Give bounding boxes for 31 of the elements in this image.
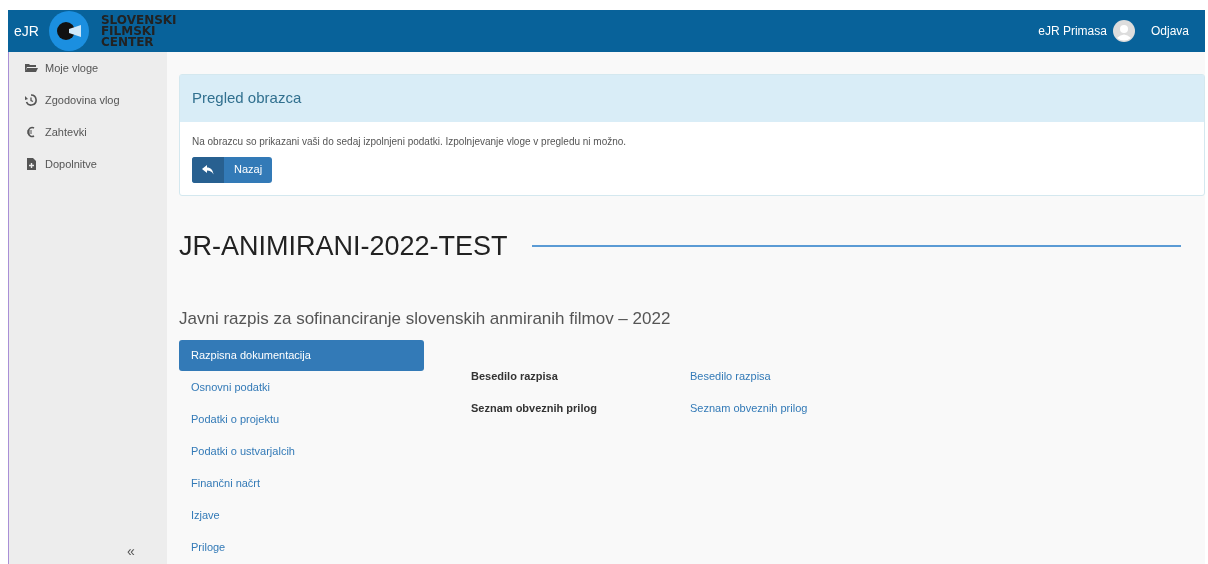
logo-icon [48, 11, 89, 51]
sidebar-item[interactable]: Dopolnitve [9, 148, 167, 180]
logout-link[interactable]: Odjava [1150, 22, 1189, 40]
folder-icon [25, 62, 38, 74]
document-label: Besedilo razpisa [471, 368, 559, 384]
tab[interactable]: Izjave [179, 499, 424, 531]
document-link[interactable]: Besedilo razpisa [690, 367, 808, 384]
user-name[interactable]: eJR Primasa [1038, 22, 1107, 40]
document-link[interactable]: Seznam obveznih prilog [690, 400, 808, 417]
back-button[interactable]: Nazaj [192, 156, 273, 183]
call-title: Javni razpis za sofinanciranje slovenskih anmiranih filmov – 2022 [179, 308, 672, 330]
history-icon [25, 94, 38, 106]
document-label: Seznam obveznih prilog [471, 401, 598, 416]
tab[interactable]: Osnovni podatki [179, 371, 424, 403]
tab[interactable]: Finančni načrt [179, 467, 424, 499]
sidebar-item[interactable]: Zahtevki [9, 116, 167, 148]
logo-text: SLOVENSKI FILMSKI CENTER [100, 14, 177, 48]
reply-arrow-icon [202, 164, 214, 175]
file-icon [25, 158, 38, 170]
notice-text: Na obrazcu so prikazani vaši do sedaj izpolnjeni podatki. Izpolnjevanje vloge v pregledu ni možno. [192, 134, 628, 149]
avatar-icon[interactable] [1112, 20, 1135, 42]
tab[interactable]: Podatki o ustvarjalcih [179, 435, 424, 467]
collapse-button[interactable]: « [127, 541, 135, 562]
tab[interactable]: Priloge [179, 531, 424, 563]
tab[interactable]: Razpisna dokumentacija [179, 339, 424, 371]
tab[interactable]: Podatki o projektu [179, 403, 424, 435]
panel-title: Pregled obrazca [180, 75, 1204, 122]
page-heading: JR-ANIMIRANI-2022-TEST [179, 229, 508, 263]
app-name[interactable]: eJR [14, 20, 39, 42]
sidebar-item[interactable]: Moje vloge [9, 52, 167, 84]
sidebar-item[interactable]: Zgodovina vlog [9, 84, 167, 116]
